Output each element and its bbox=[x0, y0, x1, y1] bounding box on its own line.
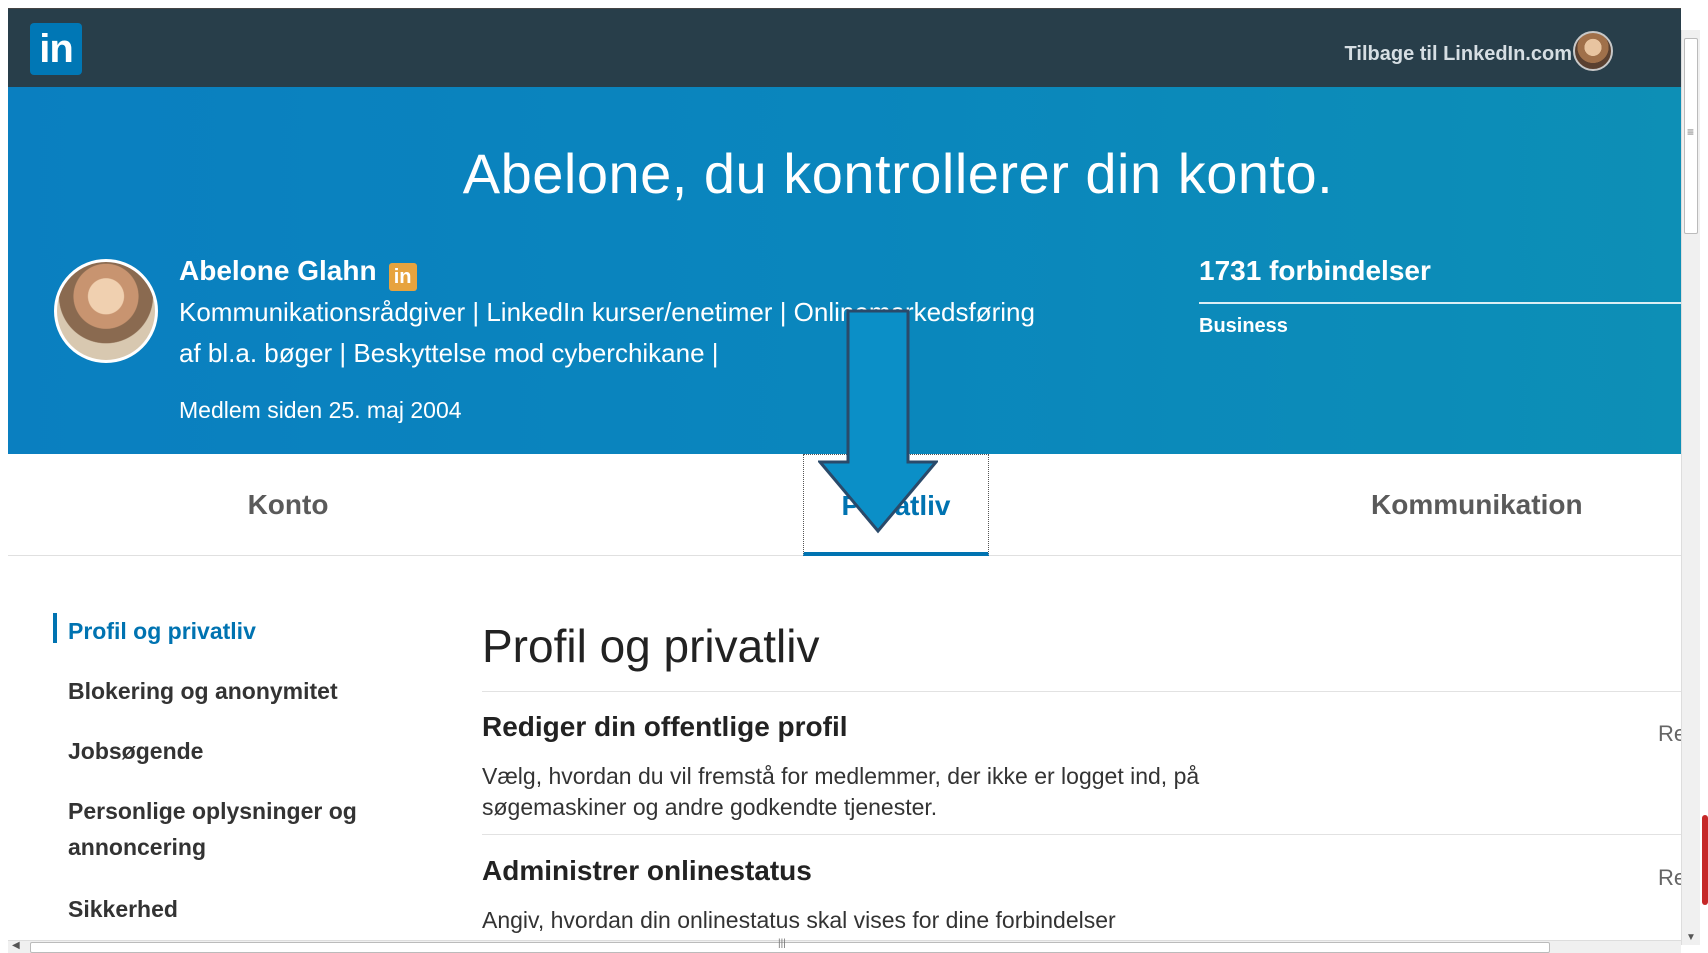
horizontal-scroll-thumb[interactable] bbox=[30, 942, 1550, 953]
setting-title-onlinestatus[interactable]: Administrer onlinestatus bbox=[482, 855, 812, 887]
sidebar-item-jobsoegende[interactable]: Jobsøgende bbox=[68, 733, 408, 769]
section-heading: Profil og privatliv bbox=[482, 620, 820, 672]
sidebar-item-sikkerhed[interactable]: Sikkerhed bbox=[68, 891, 408, 927]
sidebar-active-indicator bbox=[53, 613, 57, 643]
linkedin-logo-icon[interactable]: in bbox=[30, 23, 82, 75]
user-avatar-icon[interactable] bbox=[1573, 31, 1613, 71]
divider bbox=[482, 834, 1681, 835]
app-window: in Tilbage til LinkedIn.com Abelone, du … bbox=[8, 8, 1681, 953]
edit-onlinestatus-link[interactable]: Re bbox=[1658, 865, 1681, 891]
scroll-grip-icon: ||| bbox=[778, 938, 786, 949]
member-since: Medlem siden 25. maj 2004 bbox=[179, 397, 462, 423]
sidebar-item-profil-og-privatliv[interactable]: Profil og privatliv bbox=[68, 613, 408, 649]
top-nav: in Tilbage til LinkedIn.com bbox=[8, 9, 1681, 87]
sidebar-item-personlige-oplysninger[interactable]: Personlige oplysninger og annoncering bbox=[68, 793, 368, 865]
page-title: Abelone, du kontrollerer din konto. bbox=[462, 142, 1334, 205]
account-type: Business bbox=[1199, 315, 1288, 337]
scroll-left-arrow-icon[interactable]: ◀ bbox=[12, 940, 20, 951]
annotation-arrow-icon bbox=[818, 309, 938, 534]
tab-konto[interactable]: Konto bbox=[8, 454, 568, 556]
vertical-scroll-thumb[interactable]: ≡ bbox=[1684, 38, 1698, 234]
setting-title-offentlig-profil[interactable]: Rediger din offentlige profil bbox=[482, 711, 848, 743]
hero-divider bbox=[1199, 302, 1681, 304]
profile-avatar[interactable] bbox=[54, 259, 158, 363]
sidebar-item-blokering[interactable]: Blokering og anonymitet bbox=[68, 673, 408, 709]
setting-description-offentlig-profil: Vælg, hvordan du vil fremstå for medlemm… bbox=[482, 763, 1200, 820]
setting-description-onlinestatus: Angiv, hvordan din onlinestatus skal vis… bbox=[482, 907, 1116, 933]
profile-name-text: Abelone Glahn bbox=[179, 255, 377, 286]
tab-kommunikation[interactable]: Kommunikation bbox=[1261, 454, 1681, 556]
scroll-down-arrow-icon[interactable]: ▼ bbox=[1686, 932, 1696, 943]
back-to-linkedin-link[interactable]: Tilbage til LinkedIn.com bbox=[1345, 43, 1572, 66]
edit-offentlig-profil-link[interactable]: Re bbox=[1658, 721, 1681, 747]
horizontal-scrollbar[interactable]: ◀ ||| bbox=[8, 938, 1681, 953]
profile-name[interactable]: Abelone Glahn in bbox=[179, 255, 417, 291]
connections-count[interactable]: 1731 forbindelser bbox=[1199, 255, 1431, 287]
vertical-scrollbar[interactable]: ≡ ▼ bbox=[1681, 30, 1700, 945]
edge-decoration bbox=[1702, 815, 1708, 905]
linkedin-premium-badge-icon: in bbox=[388, 263, 417, 291]
divider bbox=[482, 691, 1681, 692]
